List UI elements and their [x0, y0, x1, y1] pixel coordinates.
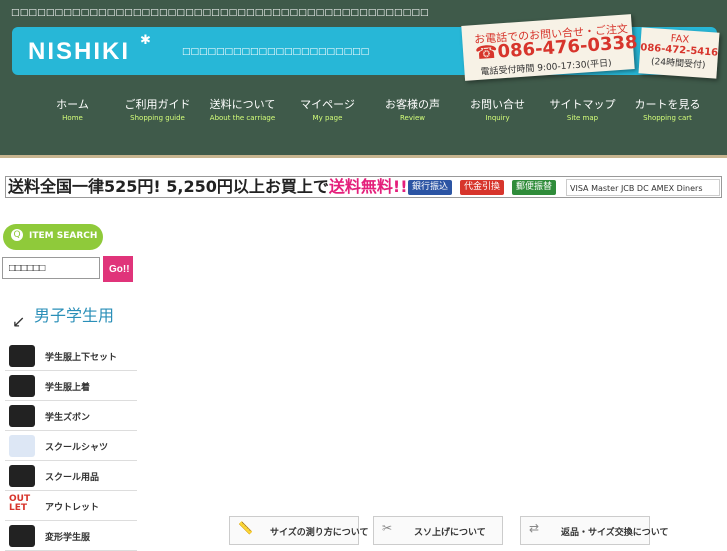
trousers-icon	[9, 405, 35, 427]
scissors-icon: ✂	[382, 521, 393, 535]
category-label: 変形学生服	[45, 533, 91, 543]
boys-section-title: 男子学生用	[34, 306, 115, 325]
free-shipping-text: 送料無料!!	[328, 177, 408, 196]
size-guide-box[interactable]: 📏 サイズの測り方について	[229, 516, 368, 545]
nav-inquiry-sub: Inquiry	[485, 114, 510, 122]
shirt-icon	[9, 435, 35, 457]
nav-mypage-label: マイページ	[300, 98, 355, 111]
boys-section-header: ↙ 男子学生用	[10, 300, 140, 336]
shipping-main: 送料全国一律525円! 5,250円以上お買上で	[8, 177, 329, 196]
nav-cart-label: カートを見る	[634, 98, 701, 111]
fax-contact-card: FAX 086-472-5416 (24時間受付)	[638, 27, 720, 79]
main-nav: ホーム Home ご利用ガイド Shopping guide 送料について Ab…	[30, 96, 710, 138]
jacket-icon	[9, 375, 35, 397]
nav-mypage-sub: My page	[312, 114, 343, 122]
nav-carriage-label: 送料について	[209, 98, 276, 111]
nav-home-sub: Home	[62, 114, 83, 122]
category-label: スクール用品	[45, 473, 100, 483]
shipping-banner: 送料全国一律525円! 5,250円以上お買上で送料無料!! 銀行振込 代金引換…	[5, 176, 722, 198]
category-item[interactable]: 変形学生服	[5, 521, 137, 551]
site-header: □□□□□□□□□□□□□□□□□□□□□□□□□□□□□□□□□□□□□□□□…	[0, 0, 727, 158]
category-label: 学生服上着	[45, 383, 91, 393]
nav-guide-sub: Shopping guide	[130, 114, 185, 122]
nav-inquiry[interactable]: お問い合せ Inquiry	[455, 96, 540, 138]
returns-label: 返品・サイズ交換について	[561, 528, 669, 538]
search-input[interactable]	[2, 257, 100, 279]
nav-guide[interactable]: ご利用ガイド Shopping guide	[115, 96, 200, 138]
nav-cart[interactable]: カートを見る Shopping cart	[625, 96, 710, 138]
category-label: 学生服上下セット	[45, 353, 118, 363]
nav-inquiry-label: お問い合せ	[470, 98, 525, 111]
category-item[interactable]: スクールシャツ	[5, 431, 137, 461]
credit-cards: VISA Master JCB DC AMEX Diners	[566, 179, 720, 196]
size-guide-label: サイズの測り方について	[270, 528, 369, 538]
nav-mypage[interactable]: マイページ My page	[285, 96, 370, 138]
search-icon: Q	[11, 229, 23, 241]
category-item[interactable]: 学生服上着	[5, 371, 137, 401]
category-list: 学生服上下セット 学生服上着 学生ズボン スクールシャツ スクール用品 OUT L…	[5, 341, 137, 551]
category-item[interactable]: 学生服上下セット	[5, 341, 137, 371]
category-item[interactable]: 学生ズボン	[5, 401, 137, 431]
nav-sitemap-sub: Site map	[566, 114, 599, 122]
outlet-icon: OUT LET	[9, 494, 31, 513]
logo-text: NISHIKI	[28, 38, 131, 65]
category-item[interactable]: スクール用品	[5, 461, 137, 491]
item-search-header: Q ITEM SEARCH	[3, 224, 103, 250]
item-search-title: ITEM SEARCH	[29, 231, 98, 241]
hemming-box[interactable]: ✂ スソ上げについて	[373, 516, 503, 545]
nav-review-label: お客様の声	[385, 98, 440, 111]
nav-home-label: ホーム	[56, 98, 89, 111]
custom-uniform-icon	[9, 525, 35, 547]
payment-postal: 郵便振替	[512, 180, 557, 195]
header-top-text: □□□□□□□□□□□□□□□□□□□□□□□□□□□□□□□□□□□□□□□□…	[11, 8, 429, 18]
nav-review-sub: Review	[400, 114, 425, 122]
belt-icon	[9, 465, 35, 487]
nav-cart-sub: Shopping cart	[643, 114, 692, 122]
payment-bank: 銀行振込	[408, 180, 453, 195]
category-item[interactable]: OUT LET アウトレット	[5, 491, 137, 521]
site-logo[interactable]: NISHIKI	[28, 38, 130, 66]
nav-sitemap[interactable]: サイトマップ Site map	[540, 96, 625, 138]
exchange-icon: ⇄	[529, 521, 540, 535]
returns-box[interactable]: ⇄ 返品・サイズ交換について	[520, 516, 668, 545]
search-go-button[interactable]: Go!!	[103, 256, 133, 282]
header-tagline: □□□□□□□□□□□□□□□□□□□□□□	[182, 47, 370, 57]
nav-home[interactable]: ホーム Home	[30, 96, 115, 138]
category-label: 学生ズボン	[45, 413, 91, 423]
payment-cod: 代金引換	[460, 180, 505, 195]
hemming-label: スソ上げについて	[414, 528, 486, 538]
nav-review[interactable]: お客様の声 Review	[370, 96, 455, 138]
ruler-icon: 📏	[238, 521, 253, 535]
nav-carriage[interactable]: 送料について About the carriage	[200, 96, 285, 138]
nav-guide-label: ご利用ガイド	[124, 98, 191, 111]
uniform-set-icon	[9, 345, 35, 367]
category-label: アウトレット	[45, 503, 100, 513]
category-label: スクールシャツ	[45, 443, 109, 453]
nav-sitemap-label: サイトマップ	[549, 98, 616, 111]
gear-icon: ✱	[140, 33, 151, 48]
shipping-text: 送料全国一律525円! 5,250円以上お買上で送料無料!!	[8, 177, 408, 197]
nav-carriage-sub: About the carriage	[209, 114, 276, 122]
arrow-down-icon: ↙	[12, 312, 26, 331]
